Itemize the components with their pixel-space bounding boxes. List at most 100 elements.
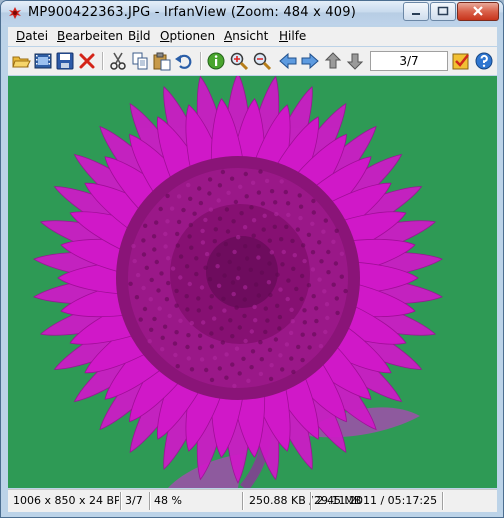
seed <box>244 256 250 261</box>
menu-hilfe[interactable]: Hilfe <box>279 29 306 43</box>
menu-bild[interactable]: Bild <box>128 29 151 43</box>
seed <box>250 349 256 354</box>
seed <box>184 294 189 299</box>
seed <box>301 243 306 248</box>
maximize-button[interactable] <box>430 2 456 21</box>
seed <box>184 264 190 269</box>
zoom-out-icon[interactable] <box>252 51 272 71</box>
seed <box>339 251 345 256</box>
seed <box>178 318 183 323</box>
image-viewer[interactable] <box>8 76 497 488</box>
zoom-in-icon[interactable] <box>229 51 249 71</box>
seed <box>302 320 307 325</box>
seed <box>217 366 222 371</box>
seed <box>267 347 273 353</box>
seed <box>166 280 171 286</box>
seed <box>131 243 136 249</box>
save-icon[interactable] <box>55 51 75 71</box>
seed <box>237 325 242 330</box>
seed <box>323 329 328 335</box>
seed <box>253 282 259 287</box>
caption-buttons <box>402 2 499 21</box>
seed <box>243 285 248 290</box>
copy-icon[interactable] <box>130 51 150 71</box>
menu-datei[interactable]: Datei <box>16 29 48 43</box>
seed <box>237 371 242 376</box>
info-icon[interactable] <box>206 51 226 71</box>
seed <box>279 237 284 242</box>
seed <box>189 245 194 250</box>
seed <box>217 183 223 188</box>
menu-bearbeiten[interactable]: Bearbeiten <box>57 29 123 43</box>
seed <box>186 333 191 338</box>
seed <box>324 302 330 307</box>
seed <box>188 222 193 228</box>
seed <box>192 211 197 216</box>
menu-ansicht[interactable]: Ansicht <box>224 29 268 43</box>
seed <box>243 338 248 344</box>
seed <box>213 227 218 232</box>
seed <box>259 357 264 362</box>
seed <box>275 303 280 308</box>
title-bar[interactable]: MP900422363.JPG - IrfanView (Zoom: 484 x… <box>1 1 503 25</box>
seed <box>269 363 274 368</box>
seed <box>165 193 170 199</box>
close-button[interactable] <box>457 2 499 21</box>
delete-icon[interactable] <box>77 51 97 71</box>
seed <box>167 313 172 319</box>
irfanview-window: MP900422363.JPG - IrfanView (Zoom: 484 x… <box>0 0 504 518</box>
cut-icon[interactable] <box>108 51 128 71</box>
slideshow-icon[interactable] <box>33 51 53 71</box>
thumbnails-icon[interactable] <box>451 51 471 71</box>
seed <box>194 271 199 277</box>
seed <box>251 218 257 223</box>
seed <box>267 238 272 243</box>
status-position: 3/7 <box>125 494 143 507</box>
paste-icon[interactable] <box>152 51 172 71</box>
seed <box>298 204 304 209</box>
seed <box>209 377 215 383</box>
seed <box>248 267 253 272</box>
seed <box>298 215 303 221</box>
seed <box>312 332 317 337</box>
status-divider <box>442 492 444 510</box>
seed <box>163 244 168 249</box>
seed <box>176 194 182 199</box>
seed <box>207 277 213 282</box>
seed <box>148 297 153 302</box>
seed <box>299 296 304 302</box>
seed <box>174 288 179 294</box>
seed <box>152 316 157 322</box>
seed <box>217 216 223 221</box>
seed <box>135 272 141 278</box>
help-icon[interactable] <box>474 51 494 71</box>
seed <box>175 364 180 369</box>
seed <box>273 200 278 205</box>
seed <box>277 326 282 331</box>
next-icon[interactable] <box>300 51 320 71</box>
seed <box>272 224 277 229</box>
seed <box>311 294 316 299</box>
seed <box>138 317 143 322</box>
seed <box>343 288 348 294</box>
last-icon[interactable] <box>345 51 365 71</box>
minimize-button[interactable] <box>403 2 429 21</box>
menu-optionen[interactable]: Optionen <box>160 29 215 43</box>
seed <box>222 273 227 278</box>
undo-icon[interactable] <box>174 51 194 71</box>
seed <box>318 343 324 349</box>
status-dimensions: 1006 x 850 x 24 BPP <box>13 494 119 507</box>
seed <box>290 319 295 324</box>
seed <box>197 333 203 338</box>
seed <box>152 247 157 252</box>
first-icon[interactable] <box>323 51 343 71</box>
seed <box>231 219 236 224</box>
seed <box>141 252 147 257</box>
open-folder-icon[interactable] <box>11 51 31 71</box>
seed <box>273 337 279 342</box>
page-counter-field[interactable]: 3/7 <box>370 51 448 71</box>
seed <box>311 210 316 215</box>
seed <box>236 235 241 240</box>
previous-icon[interactable] <box>278 51 298 71</box>
seed <box>261 227 266 232</box>
